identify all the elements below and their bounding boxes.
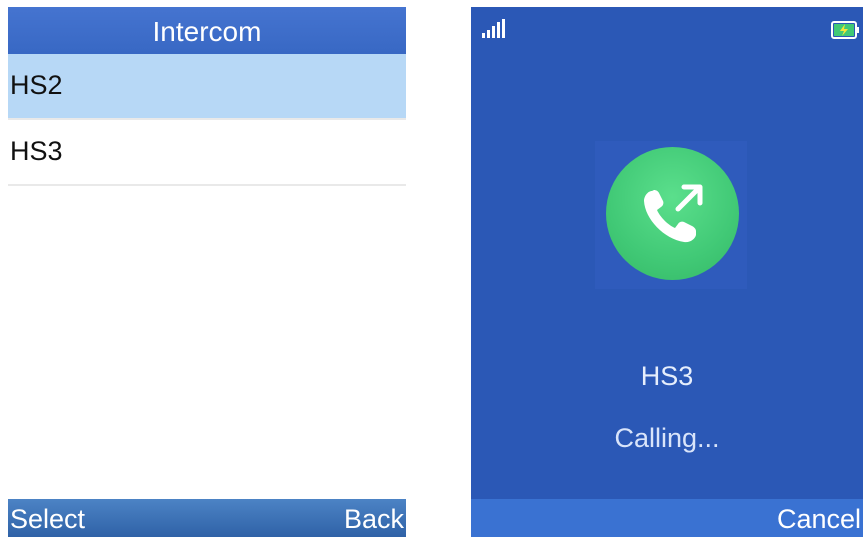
list-item-hs3[interactable]: HS3 [8, 120, 406, 186]
screen-title: Intercom [8, 7, 406, 54]
select-softkey[interactable]: Select [10, 499, 85, 537]
intercom-screen: Intercom HS2 HS3 Select Back [8, 7, 406, 537]
cancel-softkey[interactable]: Cancel [777, 499, 861, 537]
calling-screen: HS3 Calling... Cancel [471, 7, 863, 537]
call-icon-frame [595, 141, 747, 289]
outgoing-call-icon [606, 147, 739, 280]
call-status: Calling... [614, 423, 720, 453]
battery-charging-icon [831, 21, 859, 39]
softkey-bar: Cancel [471, 499, 863, 537]
signal-strength-icon [482, 19, 505, 38]
list-item-label: HS2 [10, 70, 63, 100]
softkey-bar: Select Back [8, 499, 406, 537]
back-softkey[interactable]: Back [344, 499, 404, 537]
status-bar [471, 7, 863, 41]
list-item-hs2[interactable]: HS2 [8, 54, 406, 120]
list-item-label: HS3 [10, 136, 63, 166]
callee-name: HS3 [640, 361, 694, 391]
